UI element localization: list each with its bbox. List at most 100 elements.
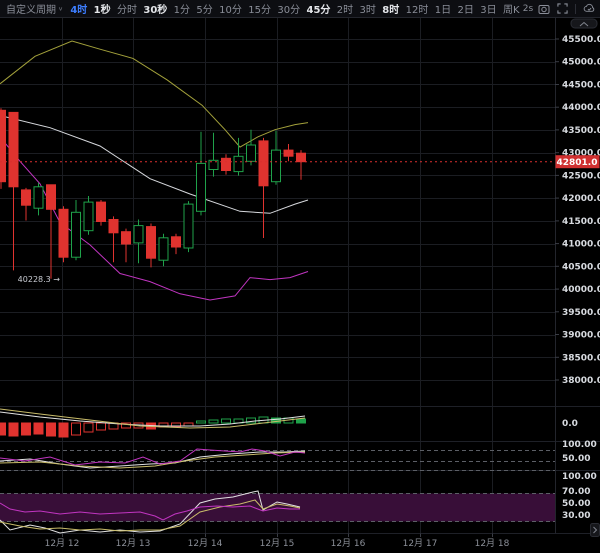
kdj-axis-label: 100.00 xyxy=(562,472,597,482)
period-button-4时[interactable]: 4时 xyxy=(67,1,90,16)
period-button-1秒[interactable]: 1秒 xyxy=(90,1,113,16)
rsi-line-yellow xyxy=(0,452,305,468)
toolbar-right-group: 2s 未命名 ∨ 下单 xyxy=(523,1,600,17)
period-button-周K[interactable]: 周K xyxy=(500,1,523,16)
date-axis[interactable]: 12月 12 12月 13 12月 14 12月 15 12月 16 12月 17 12月 … xyxy=(45,534,510,550)
period-button-2时[interactable]: 2时 xyxy=(334,1,357,16)
period-button-15分[interactable]: 15分 xyxy=(245,1,274,16)
fullscreen-icon[interactable] xyxy=(555,2,569,16)
date-axis-label: 12月 18 xyxy=(475,538,510,549)
rsi-axis-label: 50.00 xyxy=(562,454,590,464)
candle-body xyxy=(59,209,68,257)
candle-body xyxy=(172,237,181,247)
screenshot-camera-icon[interactable] xyxy=(537,2,551,16)
lowest-price-label: 40228.3 → xyxy=(18,275,61,284)
oscillator-bar xyxy=(22,423,31,435)
date-axis-label: 12月 16 xyxy=(331,538,366,549)
price-axis-label: 40000.0 xyxy=(562,285,600,295)
candle-body xyxy=(122,232,131,244)
chart-toolbar: 自定义周期 ∨ 4时1秒分时30秒1分5分10分15分30分45分2时3时8时1… xyxy=(0,0,600,18)
date-axis-label: 12月 17 xyxy=(403,538,438,549)
price-axis-label: 42000.0 xyxy=(562,194,600,204)
oscillator-bar xyxy=(9,423,18,436)
oscillator-bar xyxy=(34,423,43,434)
price-axis-label: 45500.0 xyxy=(562,35,600,45)
price-axis-label: 41000.0 xyxy=(562,240,600,250)
oscillator-bar xyxy=(47,423,56,436)
grid-layer xyxy=(0,18,600,534)
price-axis-label: 44500.0 xyxy=(562,81,600,91)
candle-body xyxy=(284,150,293,156)
candle-body xyxy=(84,202,93,231)
period-button-45分[interactable]: 45分 xyxy=(303,1,333,16)
period-button-5分[interactable]: 5分 xyxy=(193,1,216,16)
price-axis-label: 40500.0 xyxy=(562,262,600,272)
period-buttons: 4时1秒分时30秒1分5分10分15分30分45分2时3时8时12时1日2日3日… xyxy=(67,1,523,16)
candle-body xyxy=(159,238,168,260)
candle-body xyxy=(9,112,18,186)
period-button-12时[interactable]: 12时 xyxy=(402,1,431,16)
period-button-2日[interactable]: 2日 xyxy=(454,1,477,16)
candle-body xyxy=(297,153,306,162)
period-button-分时[interactable]: 分时 xyxy=(114,1,140,16)
oscillator-bar xyxy=(0,423,6,435)
price-axis-label: 38000.0 xyxy=(562,376,600,386)
price-axis-label: 39000.0 xyxy=(562,331,600,341)
period-button-30分[interactable]: 30分 xyxy=(274,1,303,16)
toolbar-divider xyxy=(575,4,576,14)
price-axis-label: 45000.0 xyxy=(562,58,600,68)
candle-body xyxy=(259,141,268,186)
candle-body xyxy=(272,150,281,182)
kdj-axis-label: 50.00 xyxy=(562,499,590,509)
candle-body xyxy=(197,163,206,211)
candle-body xyxy=(222,158,231,170)
period-button-3时[interactable]: 3时 xyxy=(356,1,379,16)
cloud-save-icon[interactable] xyxy=(582,2,596,16)
candle-body xyxy=(234,156,243,171)
candle-body xyxy=(109,220,118,233)
candlestick-chart-canvas[interactable]: 40228.3 → 45500.0 45000.0 44500.0 44000.0 435… xyxy=(0,0,600,553)
oscillator-bar xyxy=(72,423,81,435)
date-axis-label: 12月 13 xyxy=(116,538,151,549)
price-axis-label: 44000.0 xyxy=(562,103,600,113)
date-axis-label: 12月 15 xyxy=(260,538,295,549)
oscillator-bar xyxy=(84,423,93,432)
collapse-chart-button[interactable] xyxy=(571,19,597,28)
custom-period-menu[interactable]: 自定义周期 ∨ xyxy=(0,1,67,16)
oscillator-bar xyxy=(297,419,306,423)
period-button-10分[interactable]: 10分 xyxy=(216,1,245,16)
price-axis-label: 42500.0 xyxy=(562,171,600,181)
price-axis[interactable]: 45500.045000.044500.044000.043500.043000… xyxy=(555,35,600,521)
price-axis-label: 39500.0 xyxy=(562,308,600,318)
boll-upper-line xyxy=(0,41,308,147)
oscillator-bar xyxy=(197,421,206,423)
date-axis-label: 12月 12 xyxy=(45,538,80,549)
candle-body xyxy=(184,204,193,248)
oscillator-bar xyxy=(222,419,231,423)
period-button-1日[interactable]: 1日 xyxy=(432,1,455,16)
kdj-axis-label: 70.00 xyxy=(562,487,590,497)
date-axis-label: 12月 14 xyxy=(188,538,223,549)
price-axis-label: 38500.0 xyxy=(562,353,600,363)
current-price-tag-text: 42801.0 xyxy=(557,158,598,168)
oscillator-bar xyxy=(209,420,218,423)
candle-body xyxy=(97,202,106,221)
candle-body xyxy=(72,212,81,257)
chevron-down-icon: ∨ xyxy=(58,5,63,11)
period-button-3日[interactable]: 3日 xyxy=(477,1,500,16)
period-button-8时[interactable]: 8时 xyxy=(379,1,402,16)
oscillator-bar xyxy=(97,423,106,430)
expand-pane-button[interactable] xyxy=(591,524,600,537)
price-axis-label: 41500.0 xyxy=(562,217,600,227)
period-button-30秒[interactable]: 30秒 xyxy=(140,1,170,16)
oscillator-axis-label: 0.0 xyxy=(562,419,578,429)
price-axis-label: 43500.0 xyxy=(562,126,600,136)
period-button-1分[interactable]: 1分 xyxy=(170,1,193,16)
oscillator-bar xyxy=(59,423,68,437)
candle-body xyxy=(147,227,156,259)
candle-body xyxy=(47,185,56,210)
rsi-axis-label: 100.00 xyxy=(562,440,597,450)
candle-body xyxy=(22,190,31,205)
candlestick-layer xyxy=(0,108,306,278)
candle-countdown: 2s xyxy=(523,4,533,14)
